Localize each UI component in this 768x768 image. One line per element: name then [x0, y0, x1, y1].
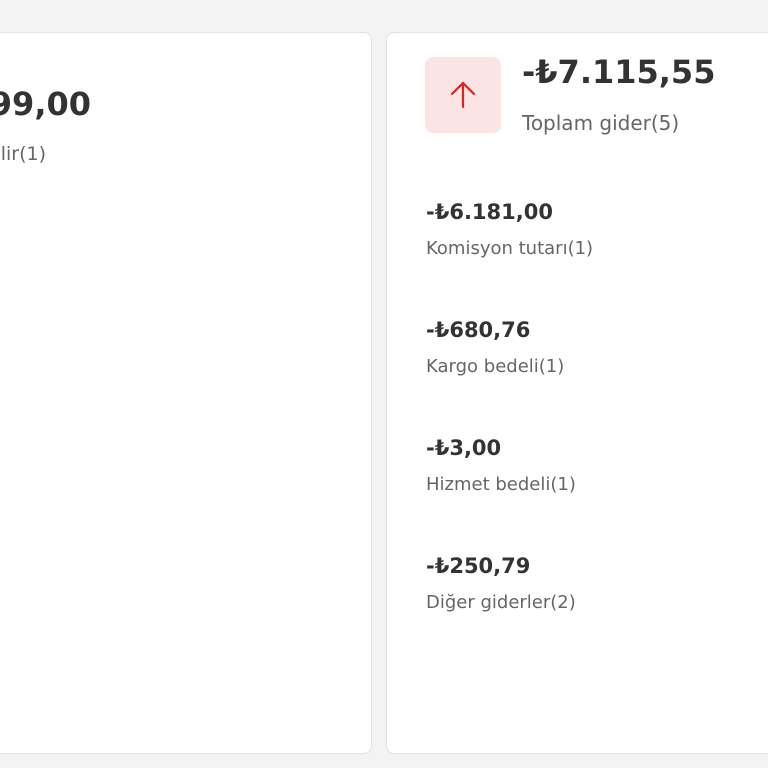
total-expense-label: Toplam gider(5)	[522, 111, 680, 135]
expense-card: -₺7.115,55 Toplam gider(5) -₺6.181,00 Ko…	[386, 32, 768, 754]
total-expense-amount: -₺7.115,55	[522, 53, 716, 91]
arrow-up-icon	[447, 79, 479, 111]
income-amount: 99,00	[0, 85, 91, 123]
expense-item-other: -₺250,79 Diğer giderler(2)	[426, 551, 593, 669]
expense-item-amount: -₺6.181,00	[426, 200, 553, 224]
dashboard-stage: 99,00 lir(1) -₺7.115,55 Toplam gider(5) …	[0, 0, 768, 768]
expense-breakdown-list: -₺6.181,00 Komisyon tutarı(1) -₺680,76 K…	[426, 197, 593, 669]
income-card: 99,00 lir(1)	[0, 32, 372, 754]
expense-item-label: Diğer giderler(2)	[426, 592, 576, 613]
expense-item-label: Komisyon tutarı(1)	[426, 238, 594, 259]
expense-item-service: -₺3,00 Hizmet bedeli(1)	[426, 433, 593, 551]
expense-icon-badge	[425, 57, 501, 133]
expense-item-amount: -₺680,76	[426, 318, 531, 342]
expense-item-label: Hizmet bedeli(1)	[426, 474, 576, 495]
expense-item-amount: -₺250,79	[426, 554, 531, 578]
expense-item-amount: -₺3,00	[426, 436, 502, 460]
expense-item-label: Kargo bedeli(1)	[426, 356, 565, 377]
expense-item-commission: -₺6.181,00 Komisyon tutarı(1)	[426, 197, 593, 315]
expense-item-shipping: -₺680,76 Kargo bedeli(1)	[426, 315, 593, 433]
income-label: lir(1)	[0, 143, 46, 165]
